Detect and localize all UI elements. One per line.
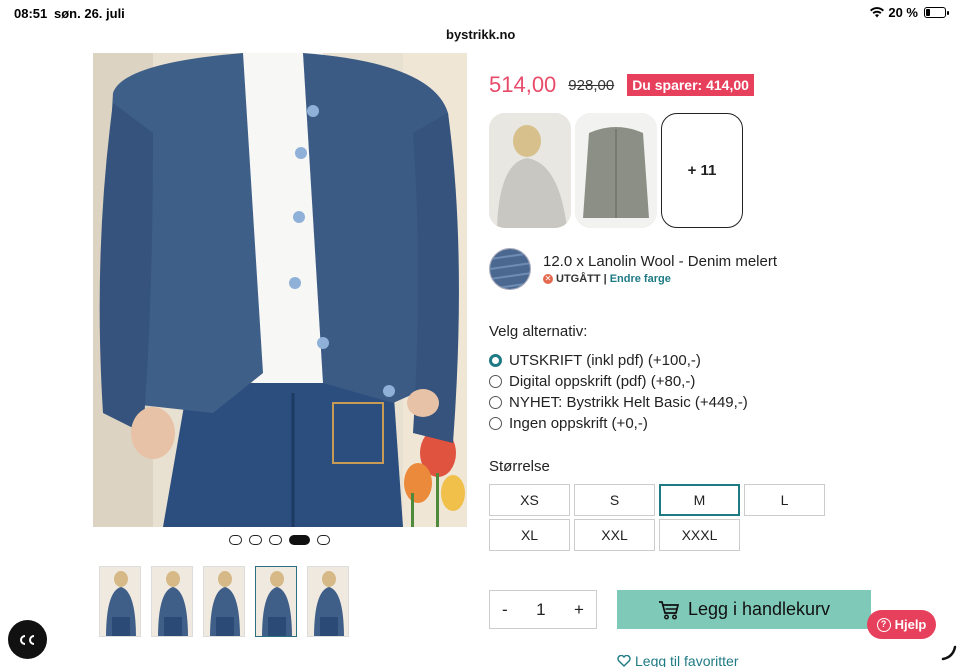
carousel-dots (229, 535, 330, 545)
help-label: Hjelp (894, 617, 927, 632)
yarn-name: 12.0 x Lanolin Wool - Denim melert (543, 253, 777, 270)
savings-badge: Du sparer: 414,00 (627, 74, 754, 96)
carousel-dot[interactable] (289, 535, 310, 545)
add-to-favorites-link[interactable]: Legg til favoritter (617, 653, 739, 667)
color-variant-thumbs: + 11 (489, 113, 743, 228)
gallery-thumbnail[interactable] (307, 566, 349, 637)
close-circle-icon: ✕ (543, 274, 553, 284)
carousel-dot[interactable] (317, 535, 330, 545)
heart-icon (617, 655, 631, 667)
carousel-dot[interactable] (229, 535, 242, 545)
more-colors-button[interactable]: + 11 (661, 113, 743, 228)
radio-button[interactable] (489, 396, 502, 409)
thumbnail-strip (99, 566, 349, 637)
yarn-swatch[interactable] (489, 248, 531, 290)
cc-icon (19, 634, 34, 645)
gallery-thumbnail[interactable] (203, 566, 245, 637)
resize-handle-icon (941, 645, 957, 661)
cart-icon (658, 600, 680, 619)
pattern-options: UTSKRIFT (inkl pdf) (+100,-) Digital opps… (489, 350, 748, 434)
gallery-thumbnail[interactable] (255, 566, 297, 637)
size-option[interactable]: L (744, 484, 825, 516)
add-to-cart-button[interactable]: Legg i handlekurv (617, 590, 871, 629)
size-option[interactable]: S (574, 484, 655, 516)
option-label: UTSKRIFT (inkl pdf) (+100,-) (509, 352, 701, 369)
product-main-image[interactable] (93, 53, 467, 527)
size-option[interactable]: M (659, 484, 740, 516)
increase-button[interactable]: + (574, 600, 584, 620)
price-row: 514,00 928,00 Du sparer: 414,00 (489, 72, 754, 98)
options-title: Velg alternativ: (489, 323, 588, 340)
color-variant-thumb[interactable] (575, 113, 657, 228)
gallery-thumbnail[interactable] (151, 566, 193, 637)
option-row[interactable]: Ingen oppskrift (+0,-) (489, 413, 748, 434)
url-bar[interactable]: bystrikk.no (436, 22, 526, 48)
status-separator: | (603, 273, 607, 285)
option-label: Ingen oppskrift (+0,-) (509, 415, 648, 432)
quantity-stepper: - 1 + (489, 590, 597, 629)
gallery-thumbnail[interactable] (99, 566, 141, 637)
option-row[interactable]: UTSKRIFT (inkl pdf) (+100,-) (489, 350, 748, 371)
status-date: søn. 26. juli (54, 6, 125, 21)
add-to-cart-label: Legg i handlekurv (687, 599, 831, 619)
size-option[interactable]: XXL (574, 519, 655, 551)
radio-button[interactable] (489, 375, 502, 388)
wifi-icon (870, 7, 885, 18)
radio-button[interactable] (489, 417, 502, 430)
size-option[interactable]: XS (489, 484, 570, 516)
color-variant-thumb[interactable] (489, 113, 571, 228)
status-time: 08:51 (14, 6, 48, 21)
yarn-status: UTGÅTT (556, 273, 601, 285)
status-indicators: 20 % (870, 5, 949, 20)
option-label: NYHET: Bystrikk Helt Basic (+449,-) (509, 394, 748, 411)
battery-icon (924, 7, 949, 18)
size-selector: XS S M L XL XXL XXXL (489, 484, 829, 551)
favorites-label: Legg til favoritter (635, 653, 739, 667)
quantity-value[interactable]: 1 (536, 600, 545, 620)
carousel-dot[interactable] (249, 535, 262, 545)
cookie-consent-button[interactable] (8, 620, 47, 659)
original-price: 928,00 (568, 76, 615, 94)
change-color-link[interactable]: Endre farge (610, 273, 671, 285)
radio-button[interactable] (489, 354, 502, 367)
carousel-dot[interactable] (269, 535, 282, 545)
size-option[interactable]: XL (489, 519, 570, 551)
help-icon: ? (876, 617, 891, 632)
yarn-status-row: ✕ UTGÅTT | Endre farge (543, 273, 777, 285)
current-price: 514,00 (489, 72, 557, 97)
yarn-info: 12.0 x Lanolin Wool - Denim melert ✕ UTG… (489, 248, 777, 290)
option-label: Digital oppskrift (pdf) (+80,-) (509, 373, 696, 390)
option-row[interactable]: Digital oppskrift (pdf) (+80,-) (489, 371, 748, 392)
size-title: Størrelse (489, 458, 550, 475)
decrease-button[interactable]: - (502, 600, 508, 620)
size-option[interactable]: XXXL (659, 519, 740, 551)
help-button[interactable]: ? Hjelp (867, 610, 936, 639)
option-row[interactable]: NYHET: Bystrikk Helt Basic (+449,-) (489, 392, 748, 413)
battery-percent: 20 % (888, 5, 918, 20)
